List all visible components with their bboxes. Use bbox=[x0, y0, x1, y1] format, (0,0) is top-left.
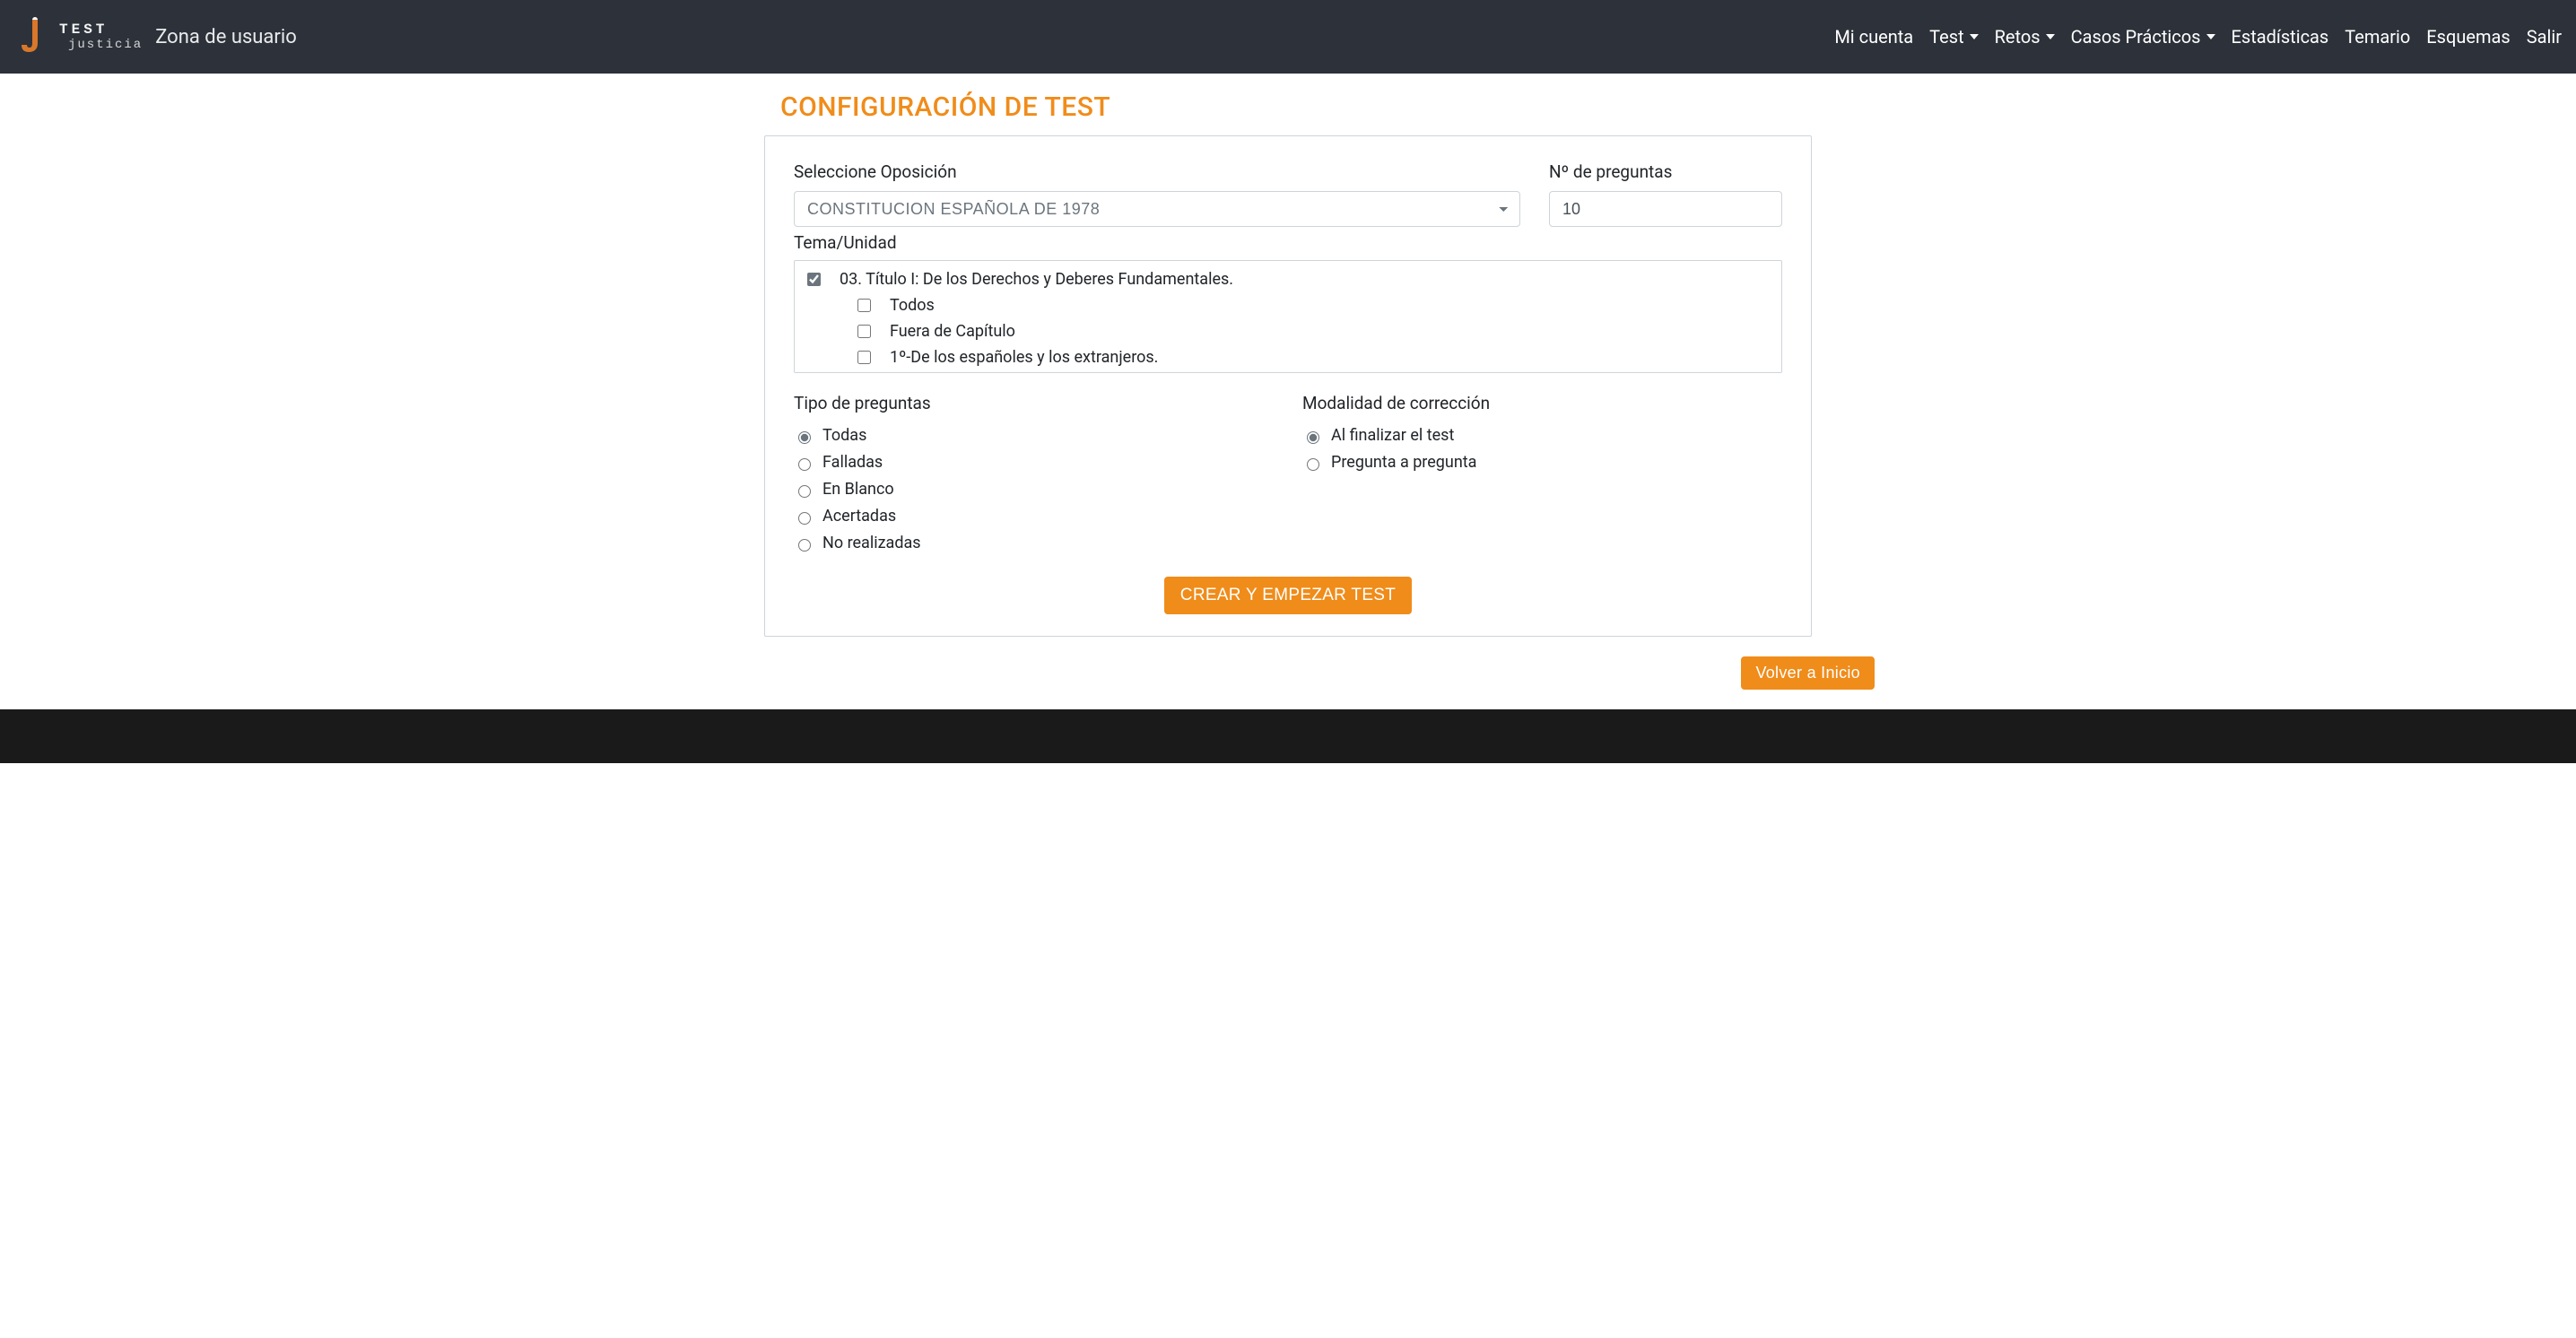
config-card: Seleccione Oposición CONSTITUCION ESPAÑO… bbox=[764, 135, 1812, 637]
chevron-down-icon bbox=[2046, 34, 2055, 39]
footer bbox=[0, 709, 2576, 763]
tipo-option-label: Falladas bbox=[822, 451, 883, 474]
modalidad-label: Modalidad de corrección bbox=[1302, 393, 1782, 413]
logo-text-top: TEST bbox=[59, 22, 143, 37]
tree-checkbox[interactable] bbox=[857, 325, 871, 338]
brand-subtitle[interactable]: Zona de usuario bbox=[155, 26, 297, 48]
tipo-option[interactable]: No realizadas bbox=[794, 532, 1274, 555]
logo-link[interactable]: TEST justicia bbox=[14, 16, 143, 57]
page-title: CONFIGURACIÓN DE TEST bbox=[780, 91, 1812, 123]
tipo-radio[interactable] bbox=[798, 458, 811, 471]
modalidad-options: Al finalizar el test Pregunta a pregunta bbox=[1302, 424, 1782, 474]
tipo-option-label: No realizadas bbox=[822, 532, 921, 555]
modalidad-option[interactable]: Pregunta a pregunta bbox=[1302, 451, 1782, 474]
nav-casos[interactable]: Casos Prácticos bbox=[2071, 26, 2215, 48]
nav-salir[interactable]: Salir bbox=[2527, 26, 2562, 48]
modalidad-radio[interactable] bbox=[1307, 431, 1319, 444]
nav-retos-label: Retos bbox=[1995, 26, 2041, 48]
tree-row: Todos bbox=[795, 292, 1781, 318]
tipo-option[interactable]: Todas bbox=[794, 424, 1274, 447]
oposicion-label: Seleccione Oposición bbox=[794, 161, 1520, 182]
tree-checkbox[interactable] bbox=[857, 351, 871, 364]
tipo-radio[interactable] bbox=[798, 485, 811, 498]
nav-mi-cuenta[interactable]: Mi cuenta bbox=[1834, 26, 1913, 48]
tree-row: 03. Título I: De los Derechos y Deberes … bbox=[795, 266, 1781, 292]
tipo-radio[interactable] bbox=[798, 539, 811, 552]
logo-text: TEST justicia bbox=[59, 22, 143, 51]
tipo-option[interactable]: Falladas bbox=[794, 451, 1274, 474]
tema-label: Tema/Unidad bbox=[794, 232, 1520, 253]
nav-test[interactable]: Test bbox=[1929, 26, 1978, 48]
tipo-radio[interactable] bbox=[798, 512, 811, 525]
tree-row: Fuera de Capítulo bbox=[795, 318, 1781, 344]
tree-row: 1º-De los españoles y los extranjeros. bbox=[795, 344, 1781, 370]
nav-links: Mi cuenta Test Retos Casos Prácticos Est… bbox=[1834, 26, 2562, 48]
tree-label: Fuera de Capítulo bbox=[890, 322, 1015, 341]
tipo-label: Tipo de preguntas bbox=[794, 393, 1274, 413]
volver-inicio-button[interactable]: Volver a Inicio bbox=[1741, 656, 1875, 690]
navbar: TEST justicia Zona de usuario Mi cuenta … bbox=[0, 0, 2576, 74]
oposicion-select[interactable]: CONSTITUCION ESPAÑOLA DE 1978 bbox=[794, 191, 1520, 227]
crear-test-button[interactable]: CREAR Y EMPEZAR TEST bbox=[1164, 577, 1412, 614]
modalidad-option-label: Pregunta a pregunta bbox=[1331, 451, 1476, 474]
npreguntas-label: Nº de preguntas bbox=[1549, 161, 1782, 182]
page-container: CONFIGURACIÓN DE TEST Seleccione Oposici… bbox=[750, 91, 1826, 637]
modalidad-radio[interactable] bbox=[1307, 458, 1319, 471]
logo-text-bottom: justicia bbox=[68, 39, 143, 51]
tipo-option-label: Todas bbox=[822, 424, 866, 447]
tema-tree[interactable]: 03. Título I: De los Derechos y Deberes … bbox=[794, 260, 1782, 373]
tree-label: 1º-De los españoles y los extranjeros. bbox=[890, 348, 1158, 367]
modalidad-option-label: Al finalizar el test bbox=[1331, 424, 1454, 447]
nav-temario[interactable]: Temario bbox=[2345, 26, 2410, 48]
tree-checkbox[interactable] bbox=[807, 273, 821, 286]
tipo-radio[interactable] bbox=[798, 431, 811, 444]
tipo-options: Todas Falladas En Blanco Acertadas No realiz… bbox=[794, 424, 1274, 555]
chevron-down-icon bbox=[1970, 34, 1979, 39]
npreguntas-input[interactable] bbox=[1549, 191, 1782, 227]
chevron-down-icon bbox=[2206, 34, 2215, 39]
tipo-option[interactable]: Acertadas bbox=[794, 505, 1274, 528]
tipo-option[interactable]: En Blanco bbox=[794, 478, 1274, 501]
tipo-option-label: Acertadas bbox=[822, 505, 896, 528]
modalidad-option[interactable]: Al finalizar el test bbox=[1302, 424, 1782, 447]
tree-label: 03. Título I: De los Derechos y Deberes … bbox=[840, 270, 1233, 289]
tree-checkbox[interactable] bbox=[857, 299, 871, 312]
tipo-option-label: En Blanco bbox=[822, 478, 894, 501]
nav-retos[interactable]: Retos bbox=[1995, 26, 2055, 48]
nav-casos-label: Casos Prácticos bbox=[2071, 26, 2201, 48]
logo-icon bbox=[14, 16, 56, 57]
brand-group: TEST justicia Zona de usuario bbox=[14, 16, 297, 57]
nav-esquemas[interactable]: Esquemas bbox=[2426, 26, 2510, 48]
tree-label: Todos bbox=[890, 296, 935, 315]
nav-test-label: Test bbox=[1929, 26, 1963, 48]
nav-estadisticas[interactable]: Estadísticas bbox=[2232, 26, 2329, 48]
